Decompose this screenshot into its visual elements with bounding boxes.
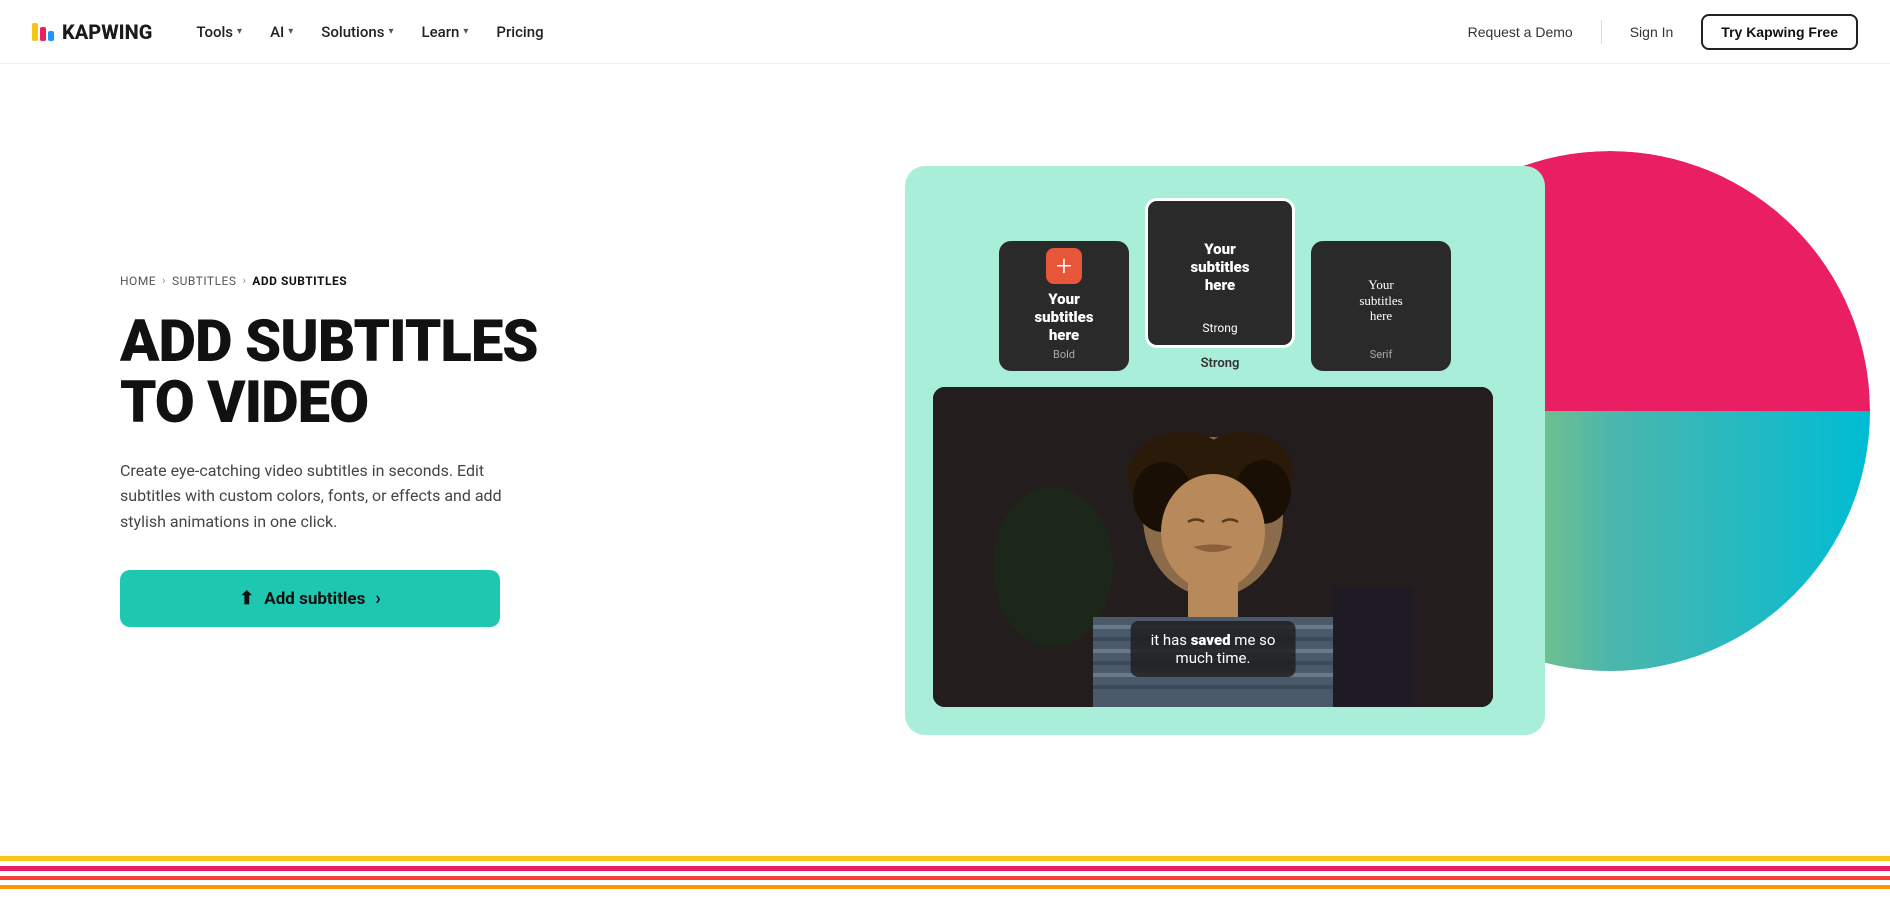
subtitle-editor-card: Yoursubtitleshere Bold Yoursubtitleshere… bbox=[905, 166, 1545, 735]
selected-style-label: Strong bbox=[1201, 356, 1240, 371]
nav-learn[interactable]: Learn ▾ bbox=[410, 15, 481, 49]
nav-ai[interactable]: AI ▾ bbox=[258, 15, 305, 49]
add-subtitles-button[interactable]: ⬆ Add subtitles › bbox=[120, 570, 500, 627]
page-title: ADD SUBTITLES TO VIDEO bbox=[120, 312, 640, 434]
nav-solutions[interactable]: Solutions ▾ bbox=[309, 15, 405, 49]
style-card-serif[interactable]: Yoursubtitleshere Serif bbox=[1311, 241, 1451, 371]
nav-tools[interactable]: Tools ▾ bbox=[184, 15, 254, 49]
logo-icon bbox=[32, 23, 54, 41]
nav-divider bbox=[1601, 20, 1602, 44]
request-demo-button[interactable]: Request a Demo bbox=[1456, 16, 1585, 48]
bold-card-text: Yoursubtitleshere bbox=[1034, 290, 1093, 344]
video-preview: it has saved me somuch time. bbox=[933, 387, 1493, 707]
breadcrumb-home[interactable]: HOME bbox=[120, 274, 156, 288]
strong-card-text: Yoursubtitleshere bbox=[1190, 217, 1249, 317]
main-content: HOME › SUBTITLES › ADD SUBTITLES ADD SUB… bbox=[0, 64, 1890, 837]
editor-preview: Yoursubtitleshere Bold Yoursubtitleshere… bbox=[640, 111, 1810, 791]
breadcrumb-separator-2: › bbox=[242, 274, 246, 287]
strong-label: Strong bbox=[1202, 321, 1237, 335]
subtitle-text-before: it has bbox=[1151, 631, 1191, 649]
line-yellow bbox=[0, 856, 1890, 861]
bottom-decorative-lines bbox=[0, 837, 1890, 897]
bold-card-content: Yoursubtitleshere bbox=[1034, 248, 1093, 344]
hero-section: HOME › SUBTITLES › ADD SUBTITLES ADD SUB… bbox=[120, 274, 640, 628]
video-background: it has saved me somuch time. bbox=[933, 387, 1493, 707]
line-orange bbox=[0, 885, 1890, 889]
line-pink bbox=[0, 866, 1890, 871]
breadcrumb-separator: › bbox=[162, 274, 166, 287]
subtitle-style-cards: Yoursubtitleshere Bold Yoursubtitleshere… bbox=[933, 198, 1517, 371]
hero-description: Create eye-catching video subtitles in s… bbox=[120, 458, 540, 535]
style-card-strong[interactable]: Yoursubtitleshere Strong bbox=[1145, 198, 1295, 348]
logo-text: KAPWING bbox=[62, 20, 152, 44]
breadcrumb-subtitles[interactable]: SUBTITLES bbox=[172, 274, 237, 288]
chevron-down-icon: ▾ bbox=[463, 26, 468, 37]
chevron-down-icon: ▾ bbox=[288, 26, 293, 37]
chevron-down-icon: ▾ bbox=[388, 26, 393, 37]
bold-label: Bold bbox=[1053, 348, 1075, 361]
upload-icon: ⬆ bbox=[239, 588, 254, 609]
nav-right: Request a Demo Sign In Try Kapwing Free bbox=[1456, 14, 1858, 50]
bold-icon bbox=[1046, 248, 1082, 284]
serif-card-text: Yoursubtitleshere bbox=[1359, 257, 1402, 344]
video-subtitle-overlay: it has saved me somuch time. bbox=[1131, 621, 1296, 677]
subtitle-text-bold: saved bbox=[1191, 631, 1231, 649]
try-free-button[interactable]: Try Kapwing Free bbox=[1701, 14, 1858, 50]
sign-in-button[interactable]: Sign In bbox=[1618, 16, 1686, 48]
breadcrumb-current: ADD SUBTITLES bbox=[252, 274, 347, 288]
chevron-down-icon: ▾ bbox=[237, 26, 242, 37]
arrow-right-icon: › bbox=[375, 588, 380, 609]
breadcrumb: HOME › SUBTITLES › ADD SUBTITLES bbox=[120, 274, 640, 288]
logo[interactable]: KAPWING bbox=[32, 20, 152, 44]
line-red bbox=[0, 876, 1890, 880]
nav-pricing[interactable]: Pricing bbox=[484, 15, 555, 49]
style-card-bold[interactable]: Yoursubtitleshere Bold bbox=[999, 241, 1129, 371]
serif-label: Serif bbox=[1370, 348, 1393, 361]
navigation: KAPWING Tools ▾ AI ▾ Solutions ▾ Learn ▾… bbox=[0, 0, 1890, 64]
nav-links: Tools ▾ AI ▾ Solutions ▾ Learn ▾ Pricing bbox=[184, 15, 1455, 49]
